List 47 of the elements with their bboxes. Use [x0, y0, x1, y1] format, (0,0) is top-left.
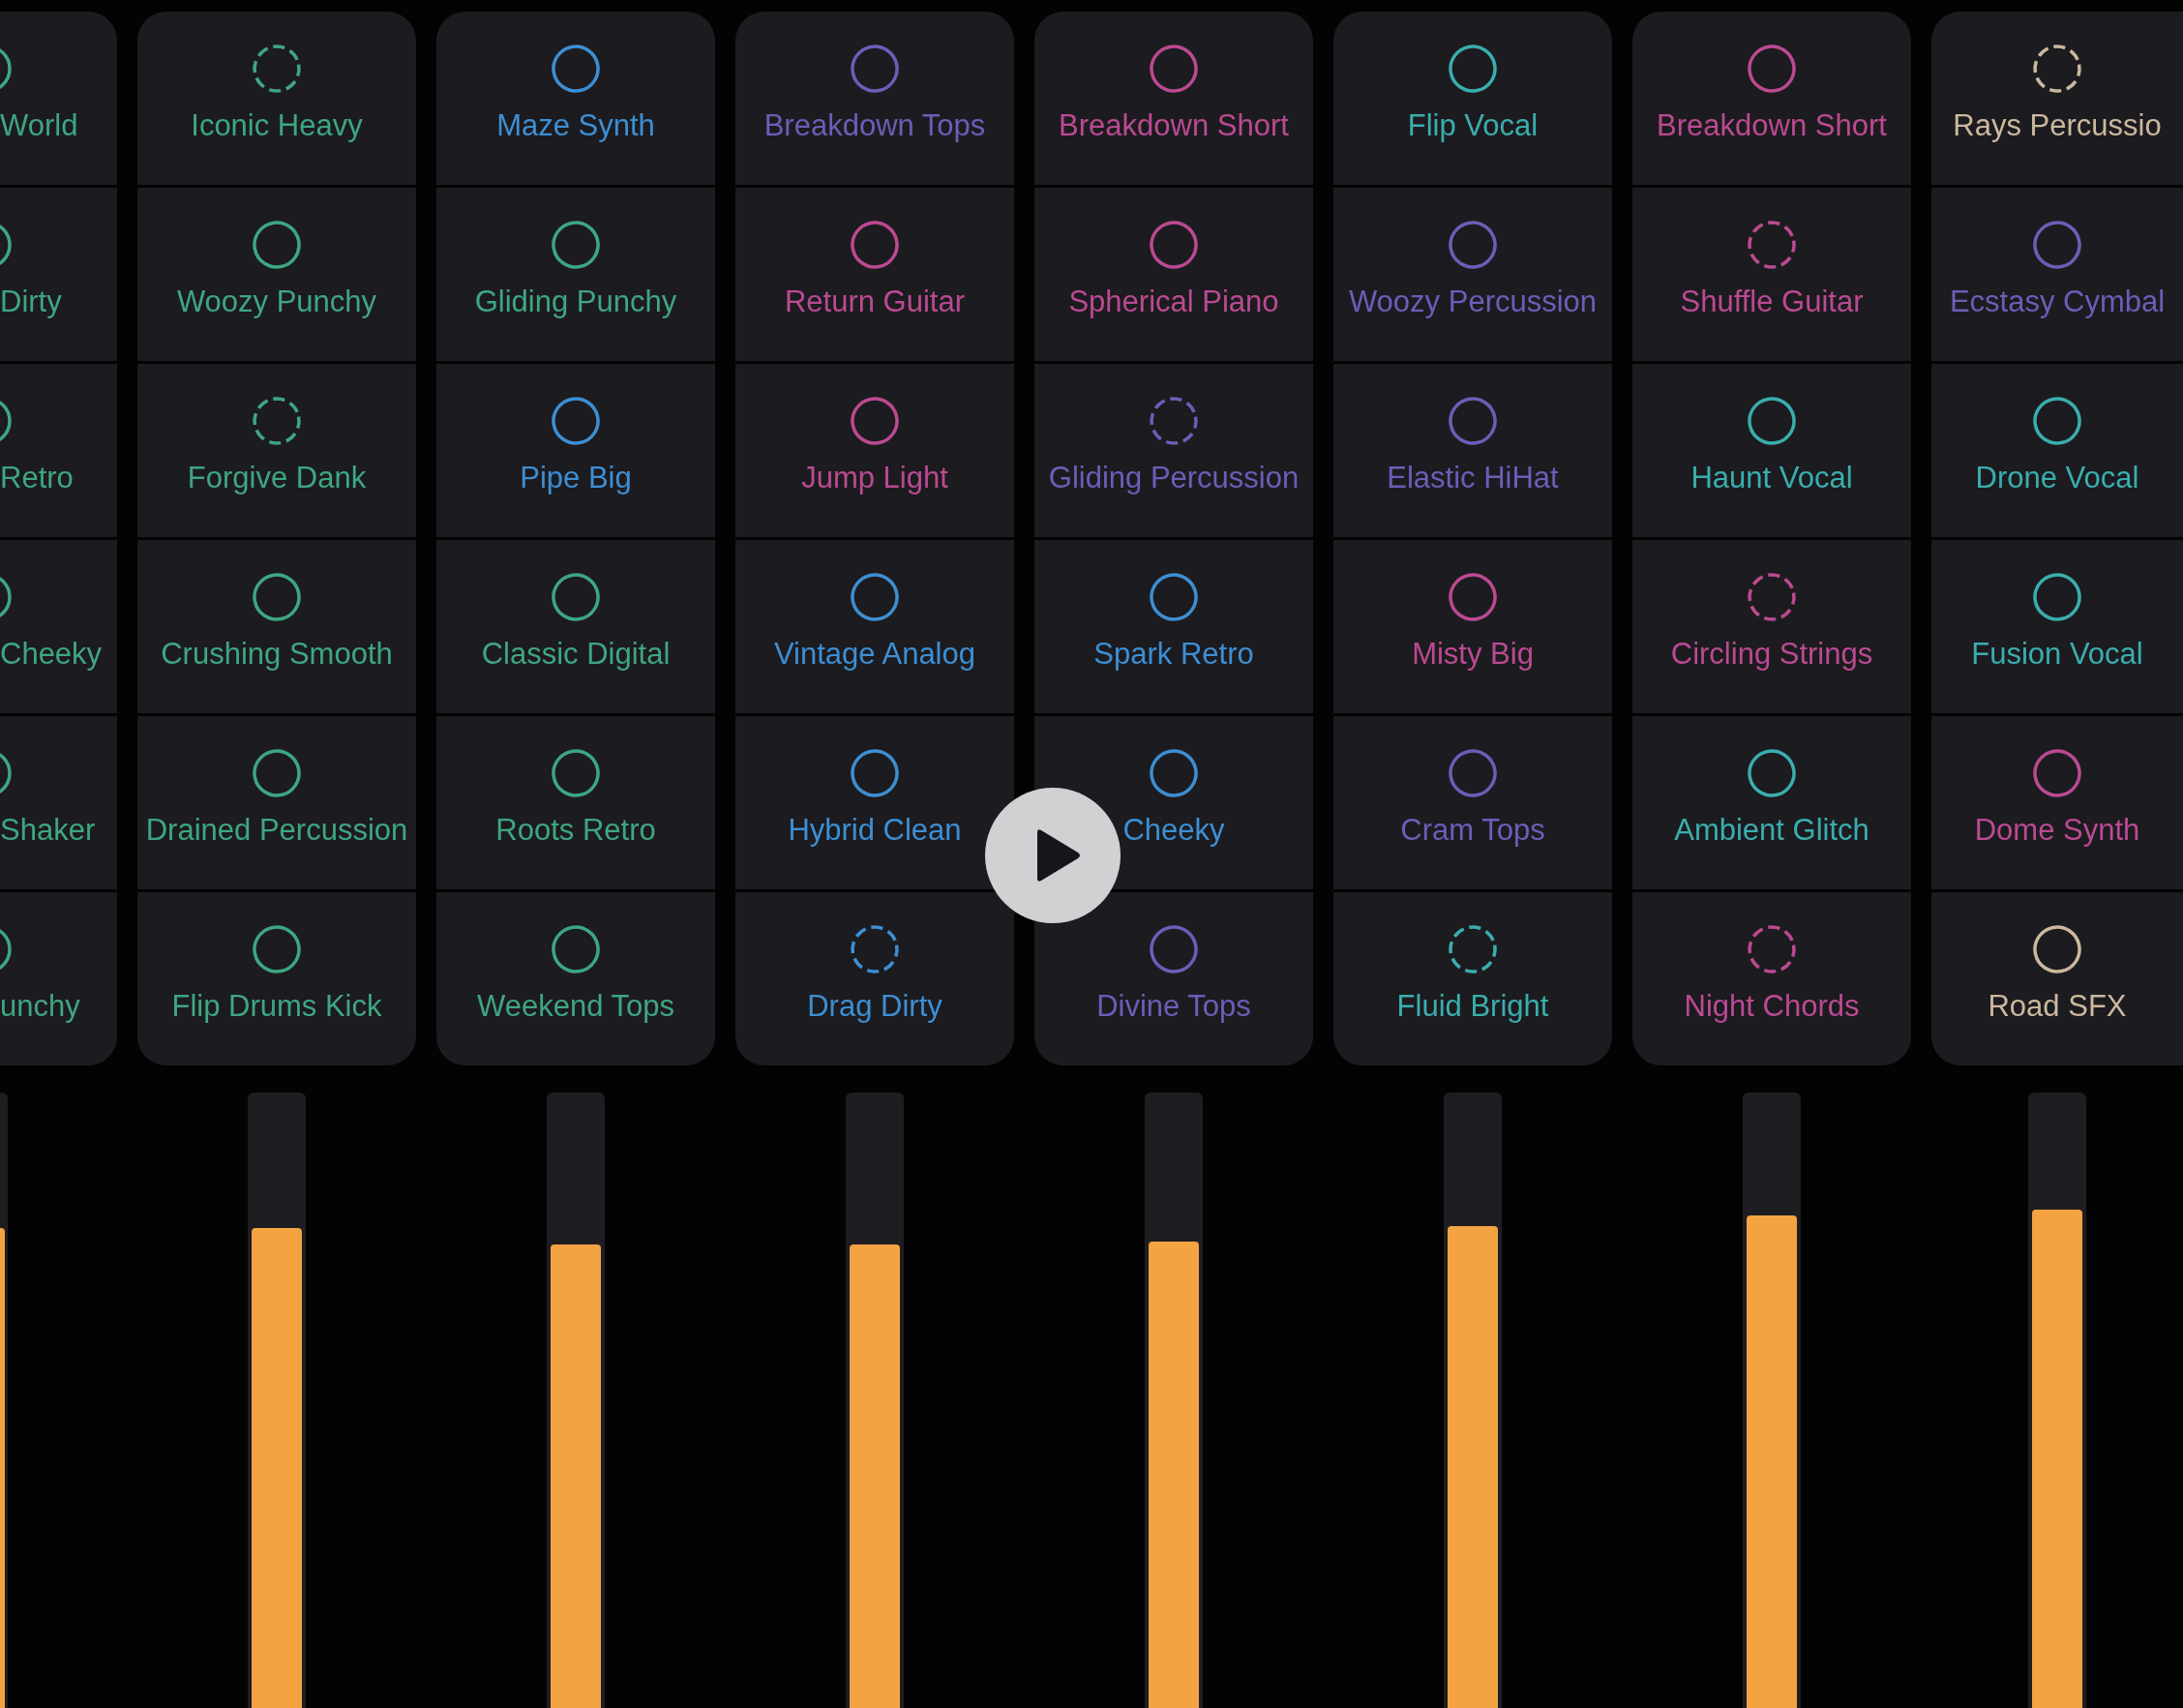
loop-cell[interactable]: Return Guitar: [735, 188, 1014, 361]
loop-cell[interactable]: Breakdown Short: [1632, 12, 1911, 185]
loop-cell[interactable]: Drone Vocal: [1931, 364, 2183, 537]
loop-cell[interactable]: Drained Percussion: [137, 716, 416, 889]
loop-cell[interactable]: Roots Retro: [436, 716, 715, 889]
loop-cell[interactable]: Dome Synth: [1931, 716, 2183, 889]
loop-cell[interactable]: Cheeky: [0, 540, 117, 713]
loop-cell[interactable]: unchy: [0, 892, 117, 1065]
loop-cell[interactable]: Dirty: [0, 188, 117, 361]
loop-cell[interactable]: Rays Percussio: [1931, 12, 2183, 185]
loop-cell[interactable]: Flip Drums Kick: [137, 892, 416, 1065]
loop-cell[interactable]: Elastic HiHat: [1333, 364, 1612, 537]
loop-cell[interactable]: Woozy Punchy: [137, 188, 416, 361]
loop-cell[interactable]: Classic Digital: [436, 540, 715, 713]
loop-cell[interactable]: Flip Vocal: [1333, 12, 1612, 185]
loop-cell[interactable]: Jump Light: [735, 364, 1014, 537]
loop-cell[interactable]: Misty Big: [1333, 540, 1612, 713]
loop-cell[interactable]: Iconic Heavy: [137, 12, 416, 185]
loop-cell[interactable]: Hybrid Clean: [735, 716, 1014, 889]
loop-cell[interactable]: Shaker: [0, 716, 117, 889]
loop-cell[interactable]: Road SFX: [1931, 892, 2183, 1065]
loop-cell[interactable]: Drag Dirty: [735, 892, 1014, 1065]
loop-cell[interactable]: Maze Synth: [436, 12, 715, 185]
loop-cell[interactable]: Spark Retro: [1034, 540, 1313, 713]
loop-cell[interactable]: Haunt Vocal: [1632, 364, 1911, 537]
loop-cell[interactable]: Fluid Bright: [1333, 892, 1612, 1065]
loop-cell[interactable]: Ecstasy Cymbal: [1931, 188, 2183, 361]
loop-cell[interactable]: Retro: [0, 364, 117, 537]
loop-cell[interactable]: Circling Strings: [1632, 540, 1911, 713]
loop-cell[interactable]: Divine Tops: [1034, 892, 1313, 1065]
loop-cell[interactable]: Woozy Percussion: [1333, 188, 1612, 361]
loop-cell[interactable]: Vintage Analog: [735, 540, 1014, 713]
loop-cell[interactable]: Shuffle Guitar: [1632, 188, 1911, 361]
loop-cell[interactable]: Forgive Dank: [137, 364, 416, 537]
loop-cell[interactable]: Breakdown Tops: [735, 12, 1014, 185]
loop-cell[interactable]: Night Chords: [1632, 892, 1911, 1065]
loop-cell[interactable]: World: [0, 12, 117, 185]
loop-cell[interactable]: Fusion Vocal: [1931, 540, 2183, 713]
loop-cell[interactable]: Gliding Punchy: [436, 188, 715, 361]
loop-cell[interactable]: Ambient Glitch: [1632, 716, 1911, 889]
loop-cell[interactable]: Pipe Big: [436, 364, 715, 537]
loop-cell[interactable]: Crushing Smooth: [137, 540, 416, 713]
loop-cell[interactable]: Spherical Piano: [1034, 188, 1313, 361]
loop-cell[interactable]: Gliding Percussion: [1034, 364, 1313, 537]
loop-cell[interactable]: Weekend Tops: [436, 892, 715, 1065]
loop-cell[interactable]: Breakdown Short: [1034, 12, 1313, 185]
loop-cell[interactable]: Cram Tops: [1333, 716, 1612, 889]
